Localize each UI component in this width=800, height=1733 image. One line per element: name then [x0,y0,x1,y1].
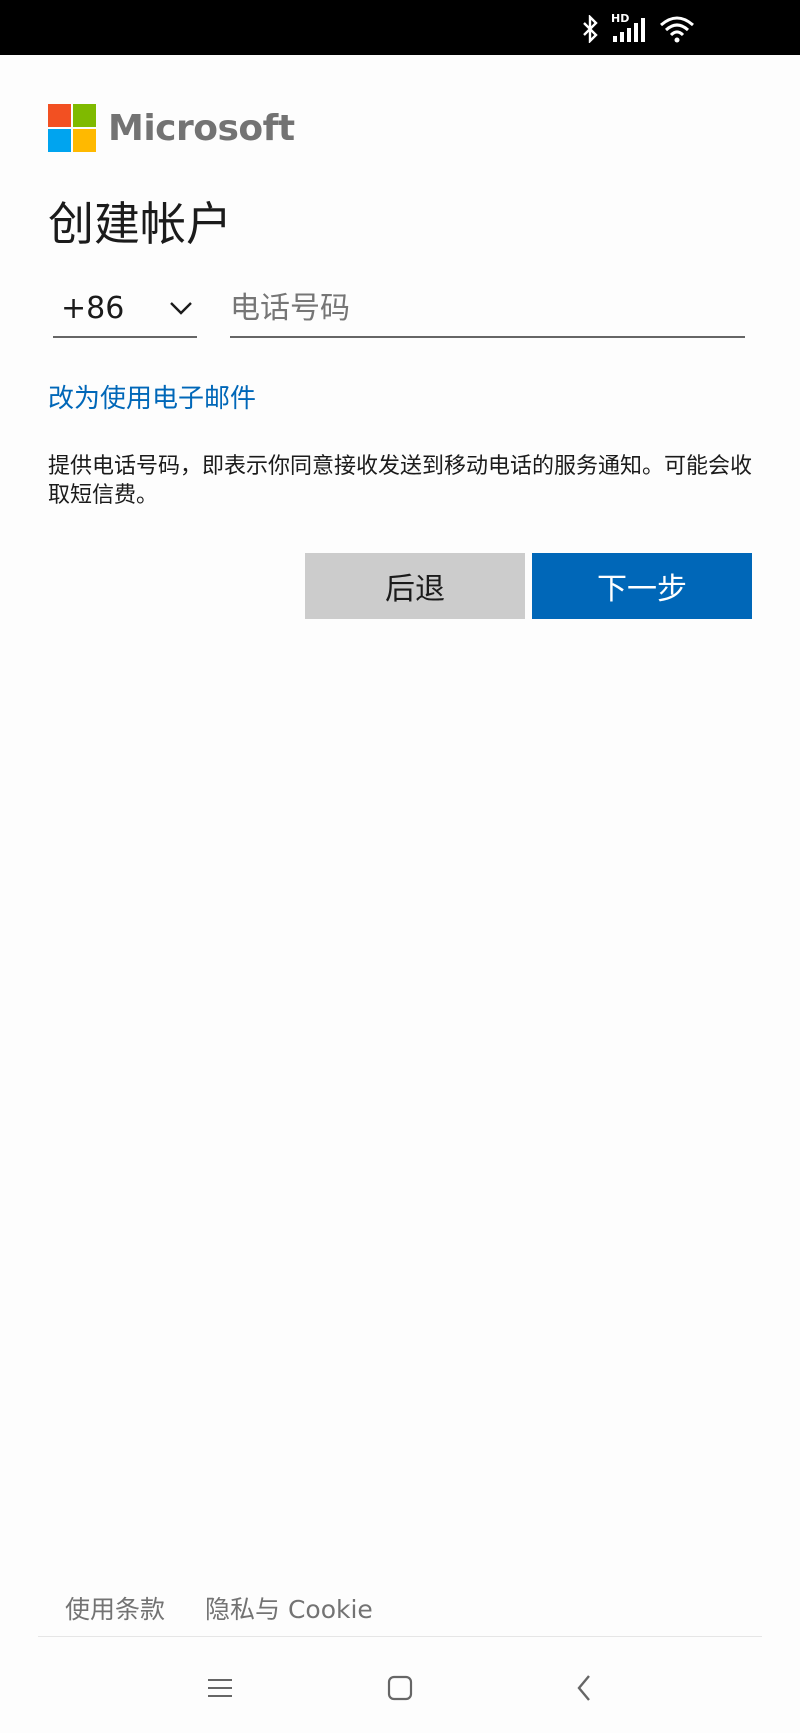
terms-of-use-link[interactable]: 使用条款 [65,1590,165,1626]
footer-divider [38,1636,762,1637]
footer-links: 使用条款 隐私与 Cookie [65,1590,373,1626]
use-email-link[interactable]: 改为使用电子邮件 [48,378,256,415]
country-code-value: +86 [61,290,125,326]
phone-number-input[interactable] [230,280,745,338]
chevron-down-icon [170,302,192,315]
microsoft-logo: Microsoft [48,104,295,152]
bluetooth-icon [583,15,598,43]
sms-notice: 提供电话号码，即表示你同意接收发送到移动电话的服务通知。可能会收取短信费。 [48,454,753,508]
system-nav-bar [0,1640,800,1733]
back-button[interactable]: 后退 [305,553,525,619]
logo-text: Microsoft [108,107,295,149]
status-bar: HD [0,0,800,55]
home-icon[interactable] [378,1666,422,1710]
country-code-select[interactable]: +86 [53,280,197,338]
microsoft-logo-icon [48,104,96,152]
next-button[interactable]: 下一步 [532,553,752,619]
wifi-icon [660,16,694,43]
page-title: 创建帐户 [48,197,232,251]
menu-icon[interactable] [198,1666,242,1710]
signal-icon: HD [611,12,647,44]
privacy-cookies-link[interactable]: 隐私与 Cookie [205,1590,373,1626]
back-icon[interactable] [562,1666,606,1710]
status-icons: HD [581,12,695,44]
